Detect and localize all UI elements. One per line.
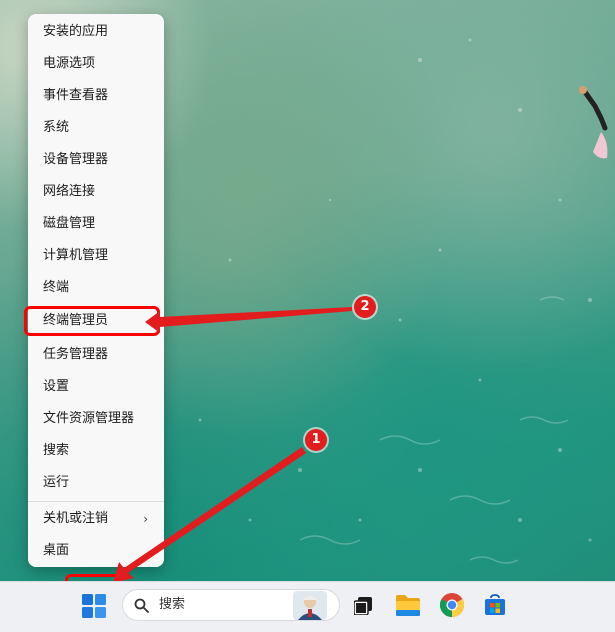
file-explorer-icon[interactable]: [396, 594, 420, 616]
step-badge-2: 2: [354, 296, 376, 318]
chevron-right-icon: ›: [143, 512, 148, 526]
surfer-image: [579, 86, 608, 159]
menu-item-desktop[interactable]: 桌面: [28, 536, 164, 566]
menu-item-shutdown-signout[interactable]: 关机或注销 ›: [28, 504, 164, 534]
menu-item-terminal[interactable]: 终端: [28, 273, 164, 303]
menu-item-device-manager[interactable]: 设备管理器: [28, 145, 164, 175]
microsoft-store-icon[interactable]: [484, 594, 506, 616]
menu-item-power-options[interactable]: 电源选项: [28, 49, 164, 79]
windows-start-icon[interactable]: [82, 594, 106, 618]
menu-item-task-manager[interactable]: 任务管理器: [28, 340, 164, 370]
menu-separator: [28, 501, 164, 502]
menu-item-settings[interactable]: 设置: [28, 372, 164, 402]
menu-item-event-viewer[interactable]: 事件查看器: [28, 81, 164, 111]
search-icon: [134, 598, 149, 613]
menu-item-system[interactable]: 系统: [28, 113, 164, 143]
terminal-admin-highlight: [24, 306, 160, 336]
taskbar-search-box[interactable]: 搜索: [122, 589, 340, 621]
menu-item-network-connections[interactable]: 网络连接: [28, 177, 164, 207]
menu-item-file-explorer[interactable]: 文件资源管理器: [28, 404, 164, 434]
step-badge-1: 1: [305, 429, 327, 451]
winx-context-menu: 安装的应用 电源选项 事件查看器 系统 设备管理器 网络连接 磁盘管理 计算机管…: [28, 14, 164, 567]
search-label: 搜索: [159, 597, 186, 612]
menu-item-computer-management[interactable]: 计算机管理: [28, 241, 164, 271]
task-view-icon[interactable]: [354, 597, 372, 615]
menu-item-installed-apps[interactable]: 安装的应用: [28, 17, 164, 47]
menu-item-disk-management[interactable]: 磁盘管理: [28, 209, 164, 239]
chrome-icon[interactable]: [440, 593, 464, 617]
menu-item-run[interactable]: 运行: [28, 468, 164, 498]
avatar: [293, 591, 327, 620]
menu-item-search[interactable]: 搜索: [28, 436, 164, 466]
